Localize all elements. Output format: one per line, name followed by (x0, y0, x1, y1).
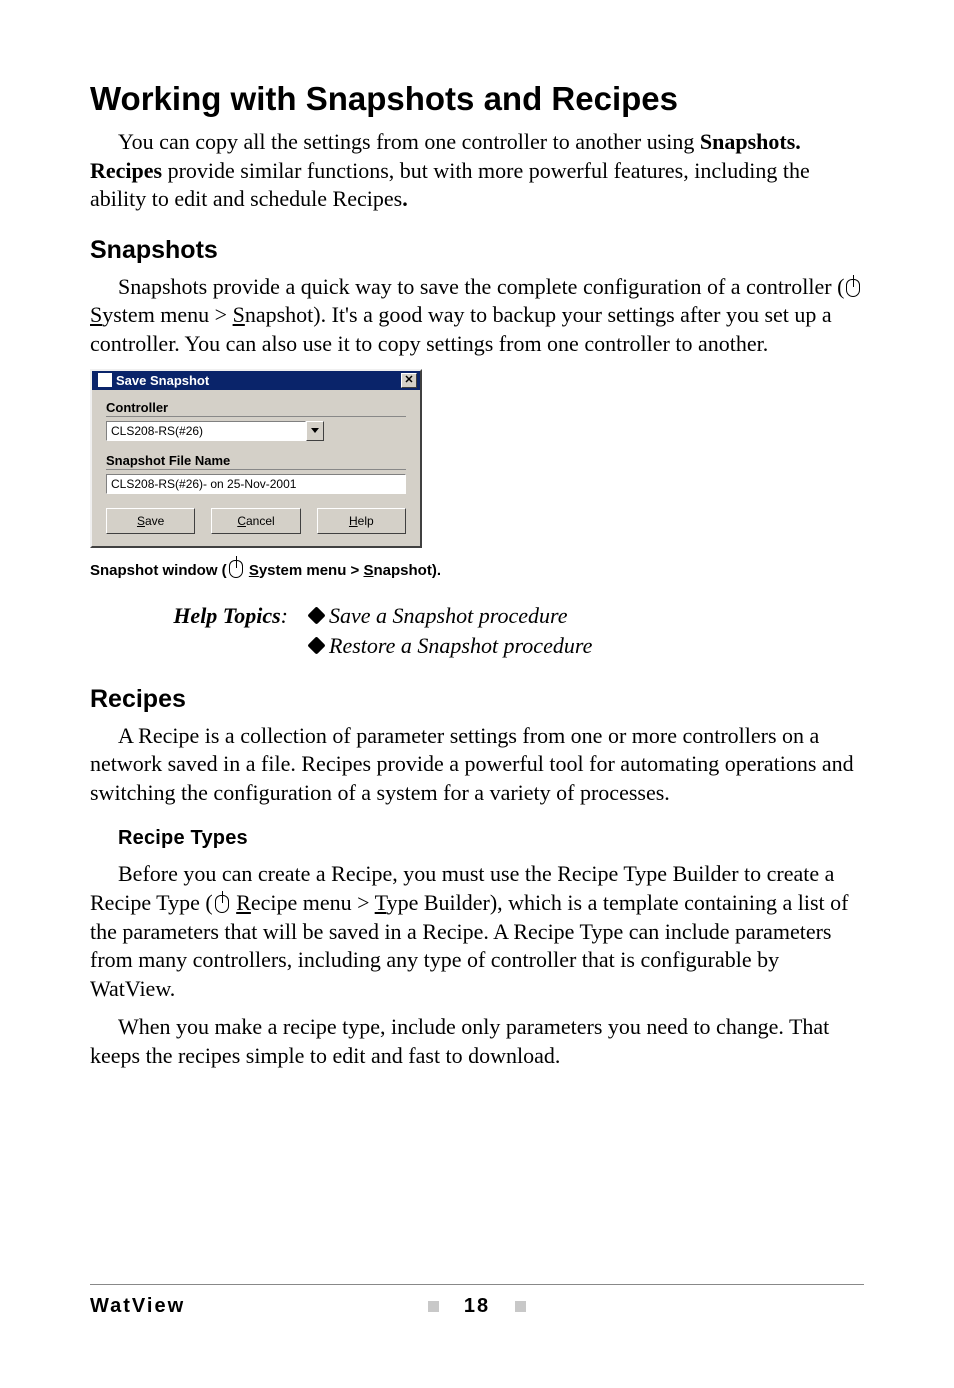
recipes-p2-ecipe: ecipe menu > (251, 890, 375, 915)
help-topic-item: Restore a Snapshot procedure (310, 633, 592, 659)
caption-ystem: ystem menu > (259, 562, 364, 579)
menu-accel-r: R (236, 890, 251, 915)
mouse-icon (846, 279, 860, 297)
footer-page-number: 18 (464, 1295, 490, 1318)
intro-paragraph: You can copy all the settings from one c… (90, 128, 864, 214)
help-topics-block: Help Topics: Save a Snapshot procedure R… (130, 603, 864, 663)
caption-accel-s: S (249, 562, 259, 579)
snapshots-text-pre: Snapshots provide a quick way to save th… (118, 274, 844, 299)
diamond-bullet-icon (307, 636, 325, 654)
page-heading: Working with Snapshots and Recipes (90, 80, 864, 118)
help-topics-label: Help Topics: (130, 603, 310, 663)
menu-accel-t: T (375, 890, 387, 915)
snapshot-file-input[interactable]: CLS208-RS(#26)- on 25-Nov-2001 (106, 474, 406, 494)
save-button[interactable]: Save (106, 508, 195, 534)
snapshots-heading: Snapshots (90, 236, 864, 265)
intro-text-mid: provide similar functions, but with more… (90, 158, 810, 212)
dropdown-arrow-icon[interactable] (306, 421, 324, 441)
footer-square-icon (428, 1301, 439, 1312)
footer-square-icon (515, 1301, 526, 1312)
intro-bold-period: . (402, 186, 408, 211)
save-snapshot-dialog: Save Snapshot ✕ Controller CLS208-RS(#26… (90, 369, 422, 548)
recipes-paragraph-2: Before you can create a Recipe, you must… (90, 860, 864, 1003)
mouse-icon (215, 895, 229, 913)
help-button[interactable]: Help (317, 508, 406, 534)
snapshot-file-label: Snapshot File Name (106, 453, 406, 470)
cancel-button[interactable]: Cancel (211, 508, 300, 534)
recipe-types-heading: Recipe Types (118, 827, 864, 850)
dialog-body: Controller CLS208-RS(#26) Snapshot File … (92, 390, 420, 546)
snapshots-paragraph: Snapshots provide a quick way to save th… (90, 273, 864, 359)
menu-accelerator-s: S (90, 302, 102, 327)
close-button[interactable]: ✕ (401, 373, 417, 388)
menu-accelerator-s2: S (233, 302, 245, 327)
page-footer: WatView 18 (90, 1284, 864, 1318)
caption-accel-s2: S (363, 562, 373, 579)
diamond-bullet-icon (307, 606, 325, 624)
intro-text-pre: You can copy all the settings from one c… (118, 129, 700, 154)
help-topic-item: Save a Snapshot procedure (310, 603, 592, 629)
dialog-title: Save Snapshot (116, 373, 209, 388)
dialog-titlebar: Save Snapshot ✕ (92, 371, 420, 390)
recipes-heading: Recipes (90, 685, 864, 714)
controller-dropdown[interactable]: CLS208-RS(#26) (106, 421, 306, 441)
app-icon (98, 373, 112, 387)
recipes-paragraph-1: A Recipe is a collection of parameter se… (90, 722, 864, 808)
mouse-icon (229, 560, 243, 578)
dialog-caption: Snapshot window ( System menu > Snapshot… (90, 560, 864, 579)
caption-napshot: napshot). (374, 562, 442, 579)
recipes-paragraph-3: When you make a recipe type, include onl… (90, 1013, 864, 1070)
help-topics-items: Save a Snapshot procedure Restore a Snap… (310, 603, 592, 663)
menu-text-ystem: ystem menu > (102, 302, 232, 327)
controller-label: Controller (106, 400, 406, 417)
caption-pre: Snapshot window ( (90, 562, 227, 579)
